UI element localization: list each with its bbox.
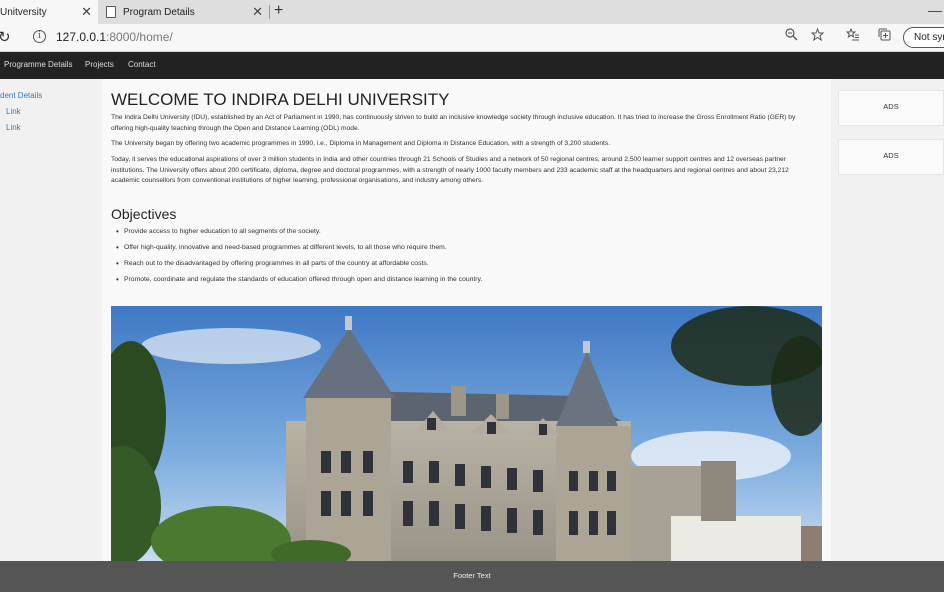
site-navbar: Programme Details Projects Contact [0, 52, 944, 79]
close-tab-icon[interactable]: ✕ [81, 4, 92, 20]
profile-sync-button[interactable]: Not sync [903, 27, 944, 48]
sidebar-item-link[interactable]: Link [6, 123, 21, 132]
reload-icon[interactable]: ↻ [0, 28, 11, 46]
today-paragraph: Today, it serves the educational aspirat… [111, 156, 789, 184]
page-icon [106, 6, 116, 18]
objective-item: Reach out to the disadvantaged by offeri… [116, 259, 429, 268]
page-title: WELCOME TO INDIRA DELHI UNIVERSITY [111, 90, 450, 109]
objective-item: Provide access to higher education to al… [116, 227, 321, 236]
url-path: :8000/home/ [106, 30, 173, 44]
objective-item: Offer high-quality, innovative and need-… [116, 243, 447, 252]
nav-contact[interactable]: Contact [128, 60, 156, 69]
zoom-icon[interactable] [785, 28, 798, 44]
tab-title: Program Details [123, 6, 195, 18]
url-host: 127.0.0.1 [56, 30, 107, 44]
sidebar-item-link[interactable]: Link [6, 107, 21, 116]
main-content: WELCOME TO INDIRA DELHI UNIVERSITY The I… [102, 79, 831, 561]
tab-title: Unitversity [0, 6, 47, 18]
browser-tab-strip: Unitversity ✕ Program Details ✕ + — [0, 0, 944, 24]
address-bar: ↻ i 127.0.0.1:8000/home/ Not sync [0, 24, 944, 52]
url-field[interactable]: 127.0.0.1:8000/home/ [56, 30, 173, 44]
objectives-heading: Objectives [111, 206, 177, 222]
favorite-star-icon[interactable] [810, 27, 825, 44]
university-building-image [111, 306, 822, 561]
ad-slot[interactable]: ADS [838, 139, 944, 175]
sidebar-item-student-details[interactable]: dent Details [0, 91, 42, 100]
intro-paragraph: The Indira Delhi University (IDU), estab… [111, 114, 796, 132]
nav-programme-details[interactable]: Programme Details [4, 60, 72, 69]
history-paragraph: The University began by offering two aca… [111, 140, 611, 147]
ad-slot[interactable]: ADS [838, 90, 944, 126]
objective-item: Promote, coordinate and regulate the sta… [116, 275, 482, 284]
tab-university[interactable]: Unitversity ✕ [0, 0, 98, 24]
left-sidebar: dent Details Link Link [0, 79, 102, 561]
new-tab-button[interactable]: + [274, 2, 283, 20]
favorites-list-icon[interactable] [845, 27, 860, 44]
minimize-icon[interactable]: — [928, 2, 942, 18]
nav-projects[interactable]: Projects [85, 60, 114, 69]
tab-program-details[interactable]: Program Details ✕ [99, 0, 269, 24]
info-icon[interactable]: i [33, 30, 46, 43]
page-footer: Footer Text [0, 561, 944, 592]
close-tab-icon[interactable]: ✕ [252, 4, 263, 20]
tab-separator [269, 5, 270, 19]
collections-icon[interactable] [878, 28, 891, 44]
